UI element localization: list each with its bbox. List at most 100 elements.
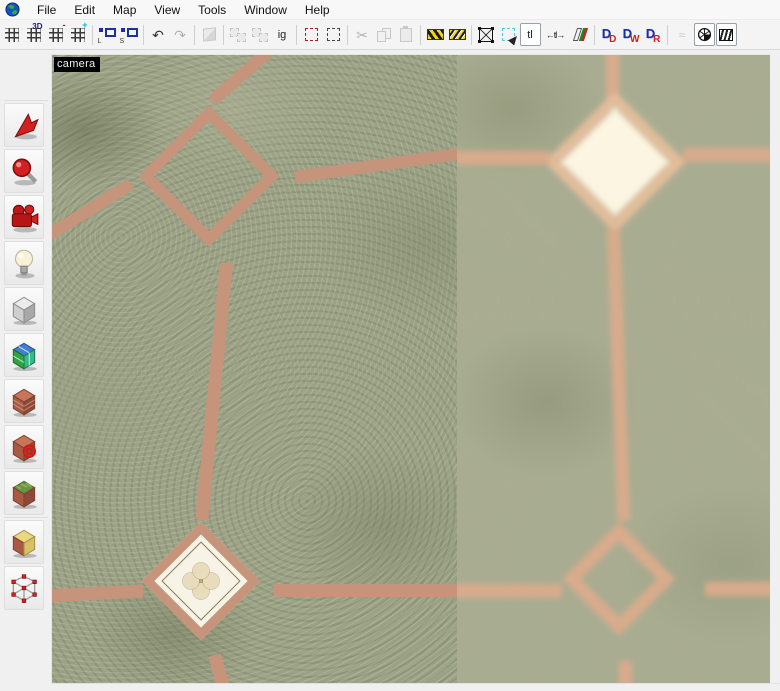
grout-line <box>274 584 457 597</box>
larger-grid-button[interactable]: + <box>68 23 89 46</box>
select-by-handles-button[interactable] <box>476 23 497 46</box>
grout-line <box>208 55 273 106</box>
flower-motif <box>177 557 225 605</box>
texture-cube-icon <box>7 338 41 372</box>
grout-line <box>619 661 632 683</box>
tool-selection-button[interactable] <box>4 103 44 147</box>
menu-edit[interactable]: Edit <box>65 1 104 19</box>
jack-editor-window: { "menu": { "items": ["File", "Edit", "M… <box>0 0 780 691</box>
tool-path-button[interactable] <box>4 566 44 610</box>
toggle-grid-button[interactable] <box>2 23 23 46</box>
menu-tools[interactable]: Tools <box>189 1 235 19</box>
hide-unselected-button[interactable] <box>323 23 344 46</box>
run-dd-button[interactable]: DD <box>599 23 620 46</box>
toolbar-separator <box>420 25 421 45</box>
menu-window[interactable]: Window <box>235 1 296 19</box>
cut-button[interactable]: ✂ <box>352 23 373 46</box>
load-window-state-button[interactable]: L <box>97 23 118 46</box>
vertex-cube-icon <box>7 525 41 559</box>
floor-texture-far-blur <box>457 55 770 683</box>
ignore-groups-icon: ig <box>278 29 287 41</box>
grout-line <box>208 653 232 683</box>
cordon-button[interactable] <box>425 23 446 46</box>
decal-cube-icon <box>7 430 41 464</box>
sidebar-divider <box>4 517 48 518</box>
morph-button[interactable]: ≈ <box>672 23 693 46</box>
grout-line <box>294 148 457 183</box>
cut-icon: ✂ <box>356 28 368 42</box>
cordon-icon <box>427 29 444 40</box>
save-window-state-button[interactable]: S <box>119 23 140 46</box>
redo-button[interactable]: ↷ <box>170 23 191 46</box>
auto-select-button[interactable] <box>498 23 519 46</box>
toolbar-separator <box>471 25 472 45</box>
menu-file[interactable]: File <box>28 1 65 19</box>
hide-unselected-icon <box>327 28 340 41</box>
carve-button[interactable] <box>199 23 220 46</box>
texture-scale-lock-icon: ←tl→ <box>546 30 565 40</box>
texture-stripes-icon <box>719 29 733 41</box>
menu-map[interactable]: Map <box>104 1 145 19</box>
texture-lock-button[interactable]: tl <box>520 23 541 46</box>
group-button[interactable] <box>228 23 249 46</box>
tool-entity-button[interactable] <box>4 241 44 285</box>
window-right-edge <box>770 51 780 691</box>
camera-3d-viewport[interactable]: camera <box>52 55 770 683</box>
edit-cordon-button[interactable] <box>447 23 468 46</box>
toggle-3d-grid-button[interactable]: 3D <box>24 23 45 46</box>
lightbulb-icon <box>7 246 41 280</box>
grout-diamond-outline <box>138 105 279 246</box>
copy-button[interactable] <box>374 23 395 46</box>
menu-bar: File Edit Map View Tools Window Help <box>0 0 780 20</box>
viewport-type-label[interactable]: camera <box>54 57 100 72</box>
flip-objects-button[interactable] <box>570 23 591 46</box>
hide-selected-icon <box>305 28 318 41</box>
app-globe-icon <box>5 2 20 17</box>
tool-apply-current-texture-button[interactable] <box>4 379 44 423</box>
select-by-handles-icon <box>479 28 493 42</box>
ungroup-button[interactable] <box>250 23 271 46</box>
grid-icon <box>5 28 19 42</box>
grid-smaller-icon <box>49 28 63 42</box>
magnifier-icon <box>7 154 41 188</box>
toolbar-separator <box>223 25 224 45</box>
run-dw-button[interactable]: DW <box>621 23 642 46</box>
run-dw-icon: DW <box>623 25 640 45</box>
shaded-view-button[interactable] <box>694 23 715 46</box>
toolbar-separator <box>194 25 195 45</box>
paste-button[interactable] <box>396 23 417 46</box>
content-area: camera <box>0 51 780 691</box>
auto-select-icon <box>502 28 515 41</box>
undo-button[interactable]: ↶ <box>148 23 169 46</box>
run-dr-button[interactable]: DR <box>643 23 664 46</box>
morph-icon: ≈ <box>679 28 686 42</box>
tool-magnify-button[interactable] <box>4 149 44 193</box>
brick-cube-icon <box>7 384 41 418</box>
toolbar-separator <box>143 25 144 45</box>
smaller-grid-button[interactable]: - <box>46 23 67 46</box>
tool-texture-application-button[interactable] <box>4 333 44 377</box>
hide-selected-button[interactable] <box>301 23 322 46</box>
tool-apply-decals-button[interactable] <box>4 425 44 469</box>
edit-cordon-icon <box>449 29 466 40</box>
texture-scale-lock-button[interactable]: ←tl→ <box>542 23 569 46</box>
shaded-sphere-icon <box>697 27 712 42</box>
redo-icon: ↷ <box>174 28 186 42</box>
menu-help[interactable]: Help <box>296 1 339 19</box>
grout-line <box>52 585 143 603</box>
menu-view[interactable]: View <box>145 1 189 19</box>
tool-clipping-button[interactable] <box>4 471 44 515</box>
main-area: camera <box>52 51 780 691</box>
grout-diamond-outline <box>562 522 675 635</box>
flip-objects-icon <box>575 28 586 41</box>
main-toolbar: 3D - + L S ↶ ↷ ig ✂ tl ←tl→ DD DW DR ≈ <box>0 20 780 50</box>
tool-camera-button[interactable] <box>4 195 44 239</box>
textured-view-button[interactable] <box>716 23 737 46</box>
grout-line <box>607 228 630 521</box>
block-cube-icon <box>7 292 41 326</box>
sidebar-divider <box>4 100 48 101</box>
tool-block-button[interactable] <box>4 287 44 331</box>
save-window-state-icon: S <box>121 28 138 42</box>
tool-vertex-button[interactable] <box>4 520 44 564</box>
ignore-groups-button[interactable]: ig <box>272 23 293 46</box>
